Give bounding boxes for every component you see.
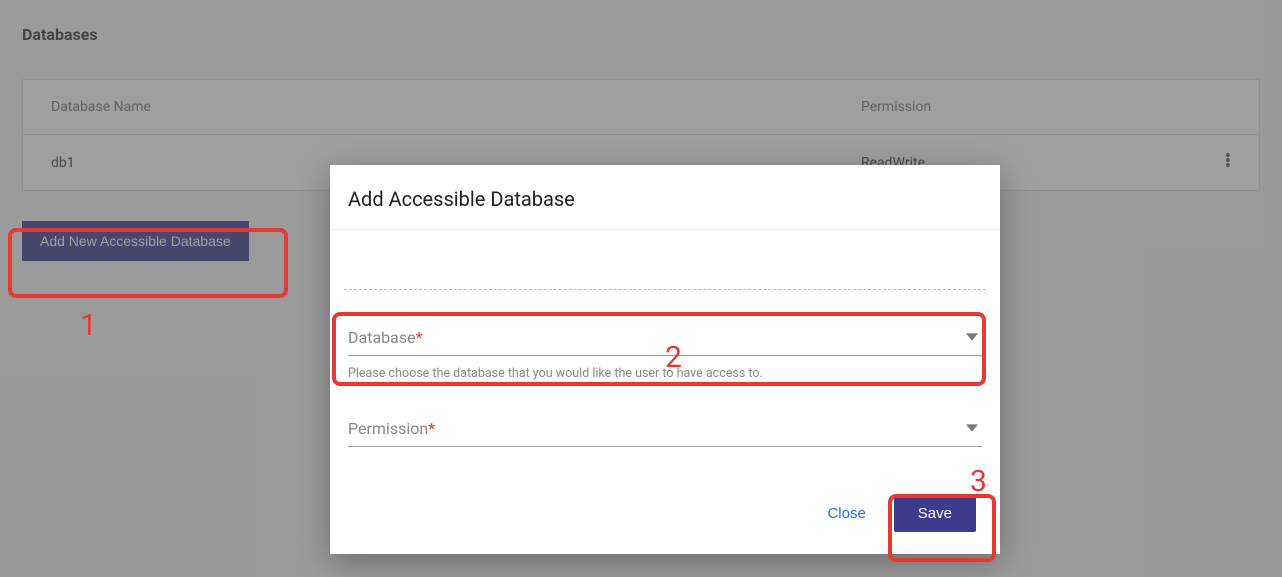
required-mark: * [428,419,435,438]
chevron-down-icon [966,328,978,347]
label-text: Database [348,328,416,347]
annotation-label-1: 1 [80,308,97,343]
annotation-label-2: 2 [665,340,682,375]
close-button[interactable]: Close [827,505,865,522]
dialog-body: Database* Please choose the database tha… [330,230,1000,447]
dialog-actions: Close Save [330,447,1000,554]
dialog-top-divider [344,240,986,290]
permission-select-label: Permission* [348,419,435,438]
database-select-label: Database* [348,328,422,347]
required-mark: * [416,328,423,347]
label-text: Permission [348,419,428,438]
dialog-title: Add Accessible Database [330,165,1000,230]
save-button[interactable]: Save [894,495,976,532]
permission-select[interactable]: Permission* [348,411,982,447]
chevron-down-icon [966,419,978,438]
annotation-label-3: 3 [970,464,987,499]
